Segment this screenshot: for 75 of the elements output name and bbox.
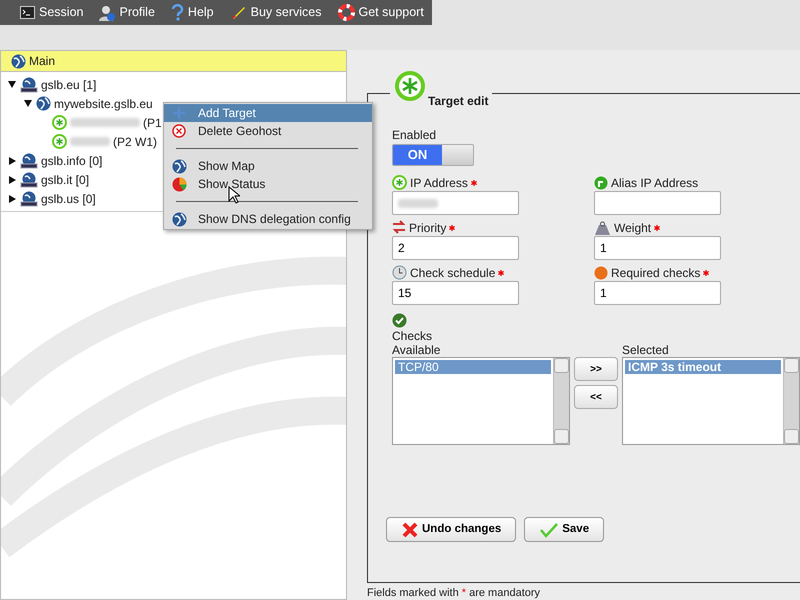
move-button[interactable]: <<	[574, 385, 618, 409]
delete-icon	[172, 124, 186, 138]
asterisk-icon	[52, 115, 67, 130]
field-label: Check schedule	[410, 264, 496, 282]
menu-item[interactable]: Profile	[93, 0, 161, 25]
input-field[interactable]: 1	[594, 281, 721, 305]
input-field[interactable]: 2	[392, 236, 519, 260]
asterisk-icon	[392, 175, 407, 190]
required-asterisk-icon	[703, 270, 710, 276]
list-label: Available	[392, 343, 442, 357]
close-icon	[401, 520, 419, 538]
input-field[interactable]	[392, 191, 519, 215]
tree-item[interactable]: (P1	[143, 114, 162, 132]
scroll-down-button[interactable]	[784, 429, 799, 444]
globe-icon	[36, 96, 51, 111]
scroll-up-button[interactable]	[554, 358, 569, 373]
menu-item[interactable]: Show Map	[164, 157, 372, 175]
server-globe-icon	[20, 172, 38, 188]
menu-item[interactable]: Help	[164, 0, 220, 25]
menu-item[interactable]: Session	[14, 0, 90, 25]
globe-icon	[172, 212, 187, 226]
footnote: Fields marked with * are mandatory	[367, 586, 542, 600]
field-label: Enabled	[392, 127, 438, 144]
save-button[interactable]: Save	[524, 517, 604, 542]
checkmark-icon	[539, 522, 560, 538]
scroll-down-button[interactable]	[554, 429, 569, 444]
menu-item[interactable]: Add Target	[164, 104, 372, 122]
panel-title: Main	[29, 53, 56, 70]
input-field[interactable]: 15	[392, 281, 519, 305]
tree-item[interactable]: gslb.info [0]	[41, 152, 102, 170]
input-field[interactable]: 1	[594, 236, 721, 260]
menu-item[interactable]: Buy services	[224, 0, 328, 25]
question-mark-icon	[170, 4, 184, 21]
tree-item[interactable]: mywebsite.gslb.eu	[54, 94, 153, 112]
field-label: Required checks	[611, 264, 700, 282]
user-icon	[99, 4, 116, 20]
undo-button[interactable]: Undo changes	[386, 517, 516, 542]
menu-item[interactable]: Show DNS delegation config	[164, 210, 372, 228]
list-label: Selected	[622, 343, 670, 357]
tree-item[interactable]: gslb.it [0]	[41, 170, 90, 188]
form-title: Target edit	[428, 93, 488, 110]
move-button[interactable]: >>	[574, 357, 618, 381]
arrows-icon	[392, 220, 406, 235]
terminal-icon	[20, 6, 35, 19]
required-asterisk-icon	[449, 224, 456, 230]
lifebuoy-icon	[338, 4, 354, 21]
asterisk-icon	[52, 134, 67, 149]
menu-item[interactable]: Get support	[332, 0, 430, 25]
plus-icon	[172, 106, 186, 120]
field-label: IP Address	[410, 174, 468, 192]
asterisk-icon	[394, 70, 426, 102]
tree-item[interactable]: gslb.eu [1]	[41, 76, 96, 94]
tree-item[interactable]: gslb.us [0]	[41, 190, 96, 208]
input-field[interactable]	[594, 191, 721, 215]
required-asterisk-icon	[470, 180, 477, 186]
field-label: Alias IP Address	[611, 174, 698, 192]
tree-item[interactable]: (P2 W1)	[113, 132, 158, 150]
globe-icon	[172, 158, 187, 174]
server-globe-icon	[20, 76, 38, 92]
toggle-switch[interactable]: ON	[392, 144, 474, 166]
pie-chart-icon	[172, 176, 187, 192]
clock-icon	[392, 265, 407, 280]
section-label: Checks	[392, 329, 434, 343]
server-globe-icon	[20, 152, 38, 168]
field-label: Weight	[614, 220, 652, 236]
menu-item[interactable]: Delete Geohost	[164, 122, 372, 140]
check-icon	[392, 313, 407, 328]
required-asterisk-icon	[654, 224, 660, 230]
server-globe-icon	[20, 190, 38, 206]
globe-icon	[11, 54, 26, 68]
weight-icon	[594, 220, 611, 234]
field-label: Priority	[409, 220, 446, 236]
required-asterisk-icon	[498, 270, 504, 276]
scroll-up-button[interactable]	[784, 358, 799, 373]
menu-item[interactable]: Show Status	[164, 175, 372, 193]
